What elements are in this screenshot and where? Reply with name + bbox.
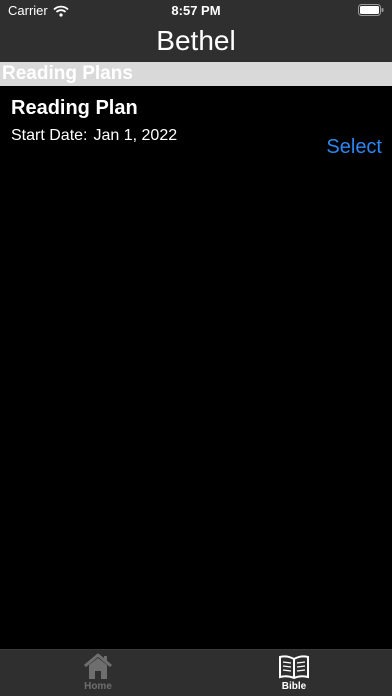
screen: Carrier 8:57 PM Bethel Reading Plans Rea… xyxy=(0,0,392,696)
clock: 8:57 PM xyxy=(171,3,221,18)
tab-bar: Home Bible xyxy=(0,649,392,696)
navigation-area: Carrier 8:57 PM Bethel xyxy=(0,0,392,62)
app-title: Bethel xyxy=(156,25,236,56)
tab-home[interactable]: Home xyxy=(58,652,138,696)
select-button[interactable]: Select xyxy=(326,136,382,159)
start-date-label: Start Date: xyxy=(11,127,88,144)
battery-icon xyxy=(358,4,384,16)
start-date-row: Start Date: Jan 1, 2022 xyxy=(11,127,177,145)
status-bar: Carrier 8:57 PM xyxy=(0,0,392,22)
tab-home-label: Home xyxy=(84,681,112,692)
home-icon xyxy=(84,653,112,679)
tab-bible-label: Bible xyxy=(281,681,307,692)
start-date-value: Jan 1, 2022 xyxy=(93,127,178,144)
tab-bible[interactable]: Bible xyxy=(254,652,334,696)
book-icon xyxy=(279,655,309,680)
reading-plan-title: Reading Plan xyxy=(11,97,138,119)
section-header-reading-plans: Reading Plans xyxy=(0,62,392,86)
